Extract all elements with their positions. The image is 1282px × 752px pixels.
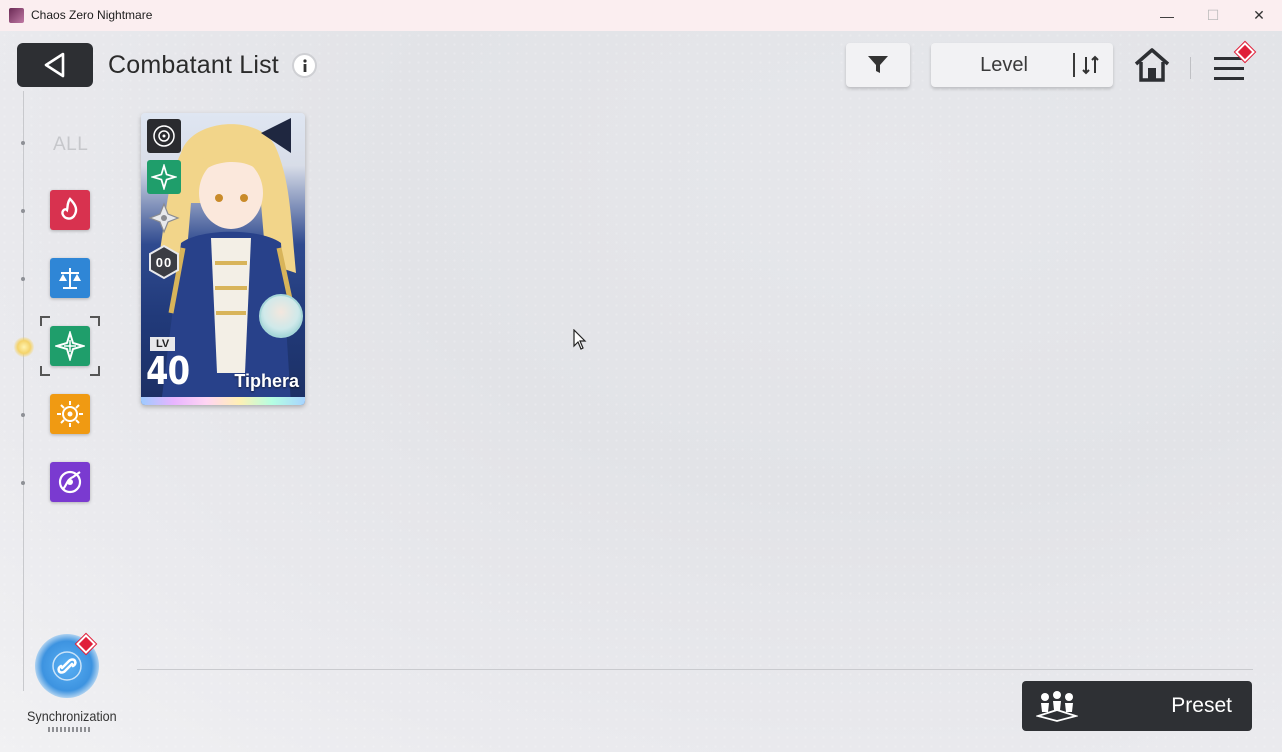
target-icon — [147, 119, 181, 153]
emerald-star-icon — [55, 331, 85, 361]
rank-text: 00 — [155, 254, 173, 270]
filter-rail-line — [23, 91, 24, 691]
minimize-button[interactable]: — — [1144, 0, 1190, 31]
sync-progress-ticks — [48, 727, 90, 732]
close-button[interactable]: ✕ — [1236, 0, 1282, 31]
bottom-divider — [137, 669, 1253, 670]
window-titlebar: Chaos Zero Nightmare — ☐ ✕ — [0, 0, 1282, 31]
filter-all[interactable]: ALL — [53, 134, 88, 156]
back-button[interactable] — [17, 43, 93, 87]
window-title: Chaos Zero Nightmare — [31, 8, 153, 22]
sort-order-icon[interactable] — [1081, 53, 1101, 77]
filter-button[interactable] — [846, 43, 910, 87]
filter-void-class[interactable] — [50, 462, 90, 502]
rail-dot — [21, 481, 25, 485]
header-separator — [1190, 57, 1191, 79]
mouse-cursor-icon — [573, 329, 587, 350]
rarity-bar — [141, 397, 305, 405]
synchronization-label: Synchronization — [27, 708, 117, 724]
rail-dot — [21, 209, 25, 213]
rail-dot — [21, 413, 25, 417]
filter-crimson-class[interactable] — [50, 190, 90, 230]
filter-scales-class[interactable] — [50, 258, 90, 298]
funnel-icon — [868, 56, 888, 73]
maximize-button[interactable]: ☐ — [1190, 0, 1236, 31]
level-value: 40 — [146, 349, 190, 393]
combatant-name: Tiphera — [234, 371, 299, 391]
filter-sun-class[interactable] — [50, 394, 90, 434]
filter-emerald-class[interactable] — [50, 326, 90, 366]
preset-button[interactable]: Preset — [1022, 681, 1252, 731]
rail-dot — [21, 277, 25, 281]
combatant-card[interactable]: 00 LV 40 Tiphera — [141, 113, 305, 405]
info-button[interactable] — [292, 53, 317, 78]
sort-divider — [1073, 53, 1075, 77]
rail-dot — [21, 141, 25, 145]
game-viewport: Combatant List Level ALL 00 LV 40 Tipher… — [0, 31, 1282, 752]
sort-label: Level — [980, 54, 1028, 76]
partner-avatar — [259, 294, 303, 338]
page-title: Combatant List — [108, 51, 279, 79]
link-icon — [52, 651, 82, 681]
scales-icon — [59, 268, 81, 289]
shuriken-icon — [147, 201, 181, 235]
sort-button[interactable]: Level — [931, 43, 1113, 87]
void-swirl-icon — [58, 470, 82, 494]
sun-icon — [57, 401, 83, 427]
app-icon — [9, 8, 24, 23]
rank-icon: 00 — [147, 244, 181, 280]
rail-active-indicator — [14, 337, 34, 357]
crimson-flame-icon — [61, 197, 78, 220]
info-icon — [302, 58, 307, 72]
team-preset-icon — [1036, 691, 1078, 722]
preset-label: Preset — [1171, 694, 1232, 717]
menu-button[interactable] — [1210, 42, 1255, 85]
home-icon[interactable] — [1132, 45, 1172, 85]
emerald-class-icon — [147, 160, 181, 194]
back-arrow-icon — [44, 52, 65, 78]
